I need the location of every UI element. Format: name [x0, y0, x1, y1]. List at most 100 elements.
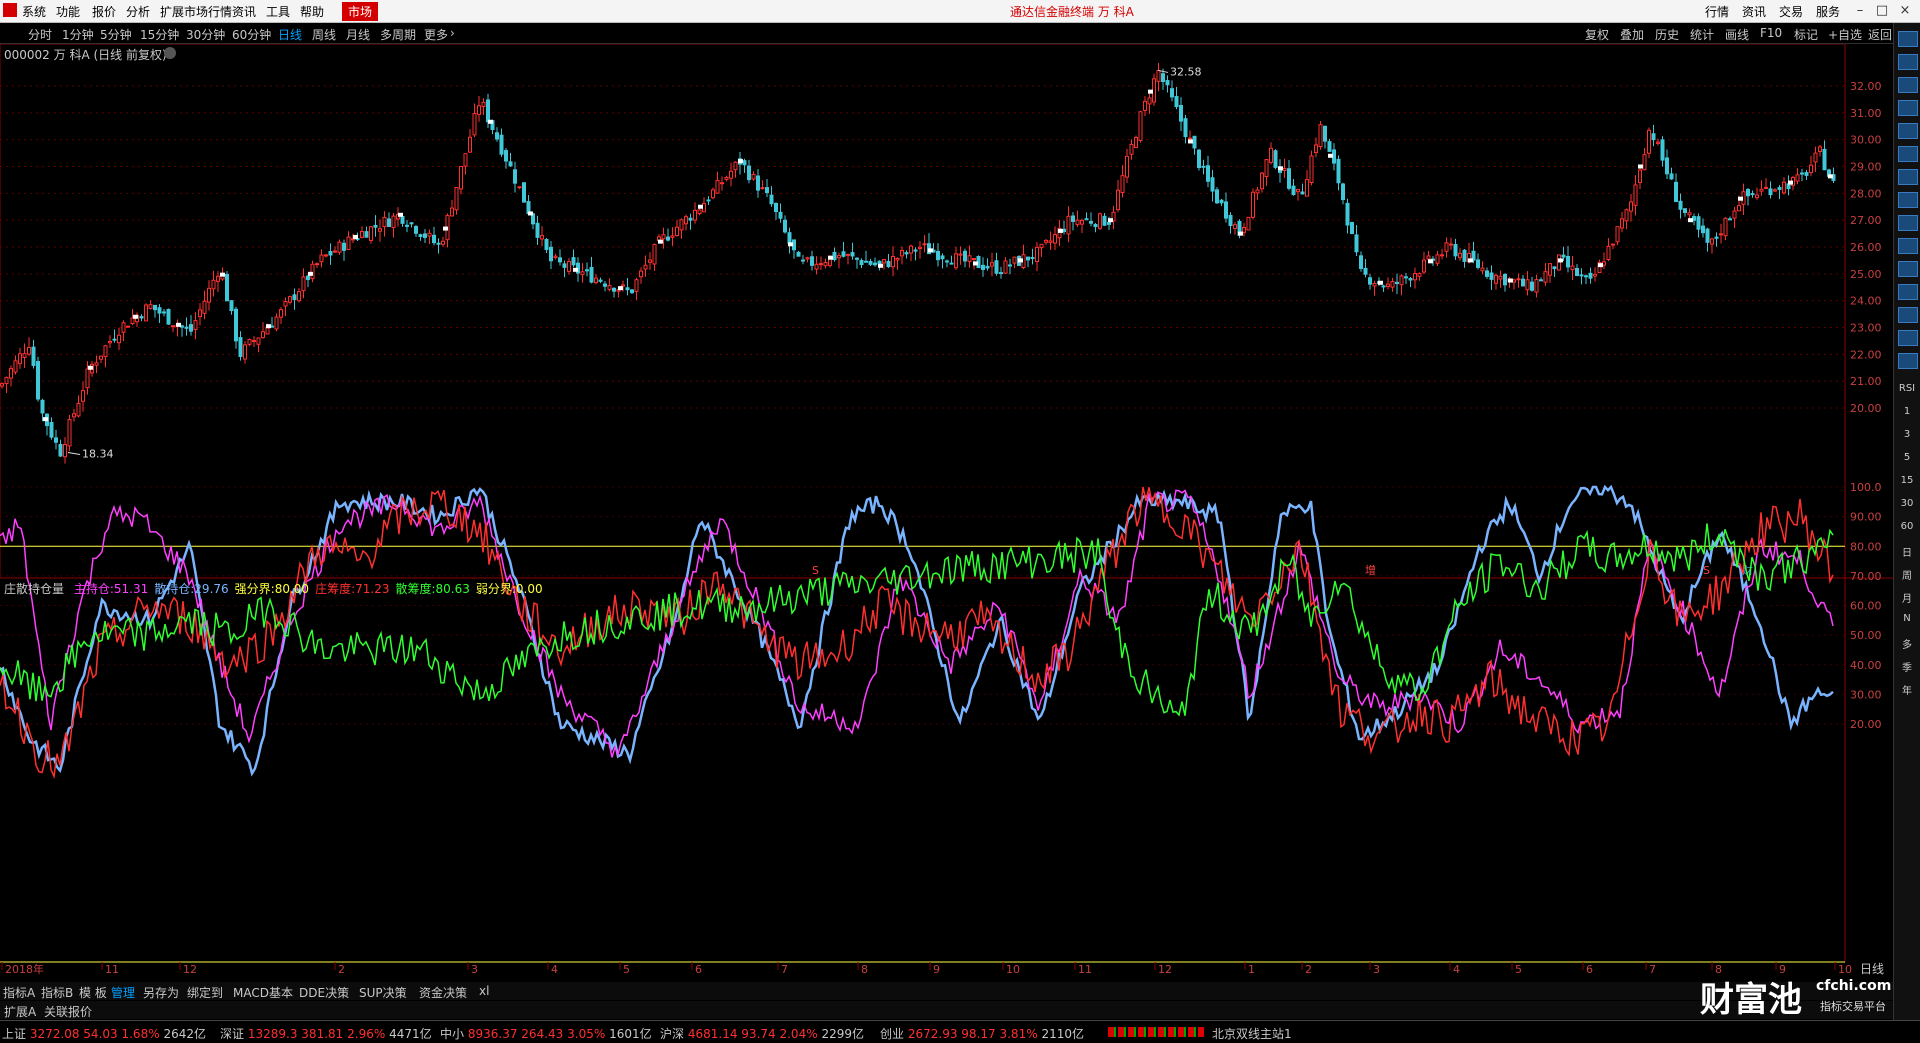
sidebar-period-2[interactable]: 3 — [1898, 429, 1916, 443]
index-4[interactable]: 创业 2672.93 98.17 3.81% 2110亿 — [880, 1025, 1084, 1042]
bar-icon[interactable] — [1898, 123, 1918, 139]
period-15min[interactable]: 15分钟 — [140, 26, 179, 43]
sidebar-period-12[interactable]: 季 — [1898, 659, 1916, 674]
tab-linked-quote[interactable]: 关联报价 — [44, 1003, 92, 1020]
tab-ext-a[interactable]: 扩展A — [4, 1003, 36, 1020]
candle-body — [643, 264, 648, 270]
btn-f10[interactable]: F10 — [1760, 26, 1782, 40]
sidebar-period-11[interactable]: 多 — [1898, 636, 1916, 651]
calc-icon[interactable] — [1898, 261, 1918, 277]
indicator-tab-10[interactable]: xl — [479, 984, 489, 998]
indicator-tab-9[interactable]: 资金决策 — [419, 984, 467, 1001]
candle-body — [1102, 215, 1107, 226]
sidebar-period-8[interactable]: 周 — [1898, 567, 1916, 582]
candle-body — [1269, 147, 1273, 163]
menu-ext-market[interactable]: 扩展市场行情 — [160, 3, 232, 20]
period-1min[interactable]: 1分钟 — [62, 26, 94, 43]
close-icon[interactable]: × — [1895, 2, 1915, 19]
candle-body — [234, 308, 238, 342]
btn-history[interactable]: 历史 — [1655, 26, 1679, 43]
btn-draw[interactable]: 画线 — [1725, 26, 1749, 43]
menu-analysis[interactable]: 分析 — [126, 3, 150, 20]
index-0[interactable]: 上证 3272.08 54.03 1.68% 2642亿 — [2, 1025, 206, 1042]
minimize-icon[interactable]: – — [1850, 2, 1870, 19]
indicator-tab-6[interactable]: MACD基本 — [233, 984, 293, 1001]
chart-icon[interactable] — [1898, 192, 1918, 208]
indicator-tab-4[interactable]: 另存为 — [143, 984, 179, 1001]
search-icon[interactable] — [1898, 307, 1918, 323]
candle-body — [1318, 124, 1323, 147]
book-icon[interactable] — [1898, 330, 1918, 346]
menu-function[interactable]: 功能 — [56, 3, 80, 20]
candle-body — [1444, 242, 1449, 252]
btn-add-watchlist[interactable]: +自选 — [1828, 26, 1862, 43]
menu-market[interactable]: 市场 — [342, 2, 379, 21]
grid-icon[interactable] — [1898, 77, 1918, 93]
list-icon[interactable] — [1898, 238, 1918, 254]
candle-body — [873, 262, 877, 266]
nav-up-icon[interactable] — [1898, 31, 1918, 47]
indicator-tab-8[interactable]: SUP决策 — [359, 984, 407, 1001]
indicator-tab-7[interactable]: DDE决策 — [299, 984, 349, 1001]
btn-overlay[interactable]: 叠加 — [1620, 26, 1644, 43]
index-3[interactable]: 沪深 4681.14 93.74 2.04% 2299亿 — [660, 1025, 864, 1042]
tab-service[interactable]: 服务 — [1816, 3, 1840, 20]
menu-news[interactable]: 资讯 — [232, 3, 256, 20]
sidebar-period-7[interactable]: 日 — [1898, 544, 1916, 559]
period-daily[interactable]: 日线 — [278, 26, 302, 43]
index-2[interactable]: 中小 8936.37 264.43 3.05% 1601亿 — [440, 1025, 652, 1042]
sidebar-period-1[interactable]: 1 — [1898, 406, 1916, 420]
candle-body — [1044, 239, 1048, 243]
index-1[interactable]: 深证 13289.3 381.81 2.96% 4471亿 — [220, 1025, 432, 1042]
btn-mark[interactable]: 标记 — [1794, 26, 1818, 43]
sidebar-period-10[interactable]: N — [1898, 613, 1916, 627]
sidebar-period-6[interactable]: 60 — [1898, 521, 1916, 535]
tab-info[interactable]: 资讯 — [1742, 3, 1766, 20]
btn-adjust[interactable]: 复权 — [1585, 26, 1609, 43]
kline-chart[interactable]: 32.00 31.00 30.00 29.00 28.00 27.00 26.00 25.00… — [0, 44, 1893, 1004]
tab-trade[interactable]: 交易 — [1779, 3, 1803, 20]
sidebar-period-4[interactable]: 15 — [1898, 475, 1916, 489]
server-label[interactable]: 北京双线主站1 — [1212, 1025, 1292, 1042]
doc-icon[interactable] — [1898, 215, 1918, 231]
sidebar-period-5[interactable]: 30 — [1898, 498, 1916, 512]
line-icon[interactable] — [1898, 169, 1918, 185]
menu-system[interactable]: 系统 — [22, 3, 46, 20]
candle-body — [1701, 225, 1705, 234]
marker-dot — [1688, 218, 1693, 223]
flag-icon[interactable] — [1898, 54, 1918, 70]
btn-back[interactable]: 返回 — [1868, 26, 1892, 43]
menu-quote[interactable]: 报价 — [92, 3, 116, 20]
period-weekly[interactable]: 周线 — [312, 26, 336, 43]
maximize-icon[interactable]: □ — [1872, 2, 1892, 19]
period-5min[interactable]: 5分钟 — [100, 26, 132, 43]
period-more[interactable]: 更多 — [424, 26, 448, 43]
sidebar-period-9[interactable]: 月 — [1898, 590, 1916, 605]
table-icon[interactable] — [1898, 146, 1918, 162]
period-monthly[interactable]: 月线 — [346, 26, 370, 43]
menu-tools[interactable]: 工具 — [266, 3, 290, 20]
indicator-tab-0[interactable]: 指标A — [3, 984, 35, 1001]
indicator-tab-1[interactable]: 指标B — [41, 984, 73, 1001]
orders-icon[interactable] — [1898, 284, 1918, 300]
period-multi[interactable]: 多周期 — [380, 26, 416, 43]
trend-icon[interactable] — [1898, 353, 1918, 369]
period-30min[interactable]: 30分钟 — [186, 26, 225, 43]
price-tick-label: 27.00 — [1850, 214, 1882, 227]
candle-body — [1305, 179, 1309, 197]
indicator-tab-5[interactable]: 绑定到 — [187, 984, 223, 1001]
sidebar-period-0[interactable]: RSI — [1898, 383, 1916, 397]
candle-icon[interactable] — [1898, 100, 1918, 116]
indicator-tab-3[interactable]: 管理 — [111, 984, 135, 1001]
chevron-right-icon[interactable]: › — [450, 26, 455, 40]
candle-body — [522, 182, 526, 203]
btn-stats[interactable]: 统计 — [1690, 26, 1714, 43]
indicator-tab-2[interactable]: 模 板 — [79, 984, 107, 1001]
tab-quotes[interactable]: 行情 — [1705, 3, 1729, 20]
period-intraday[interactable]: 分时 — [28, 26, 52, 43]
sidebar-period-13[interactable]: 年 — [1898, 682, 1916, 697]
menu-help[interactable]: 帮助 — [300, 3, 324, 20]
sidebar-period-3[interactable]: 5 — [1898, 452, 1916, 466]
period-60min[interactable]: 60分钟 — [232, 26, 271, 43]
date-label: 2018年 — [5, 962, 44, 976]
